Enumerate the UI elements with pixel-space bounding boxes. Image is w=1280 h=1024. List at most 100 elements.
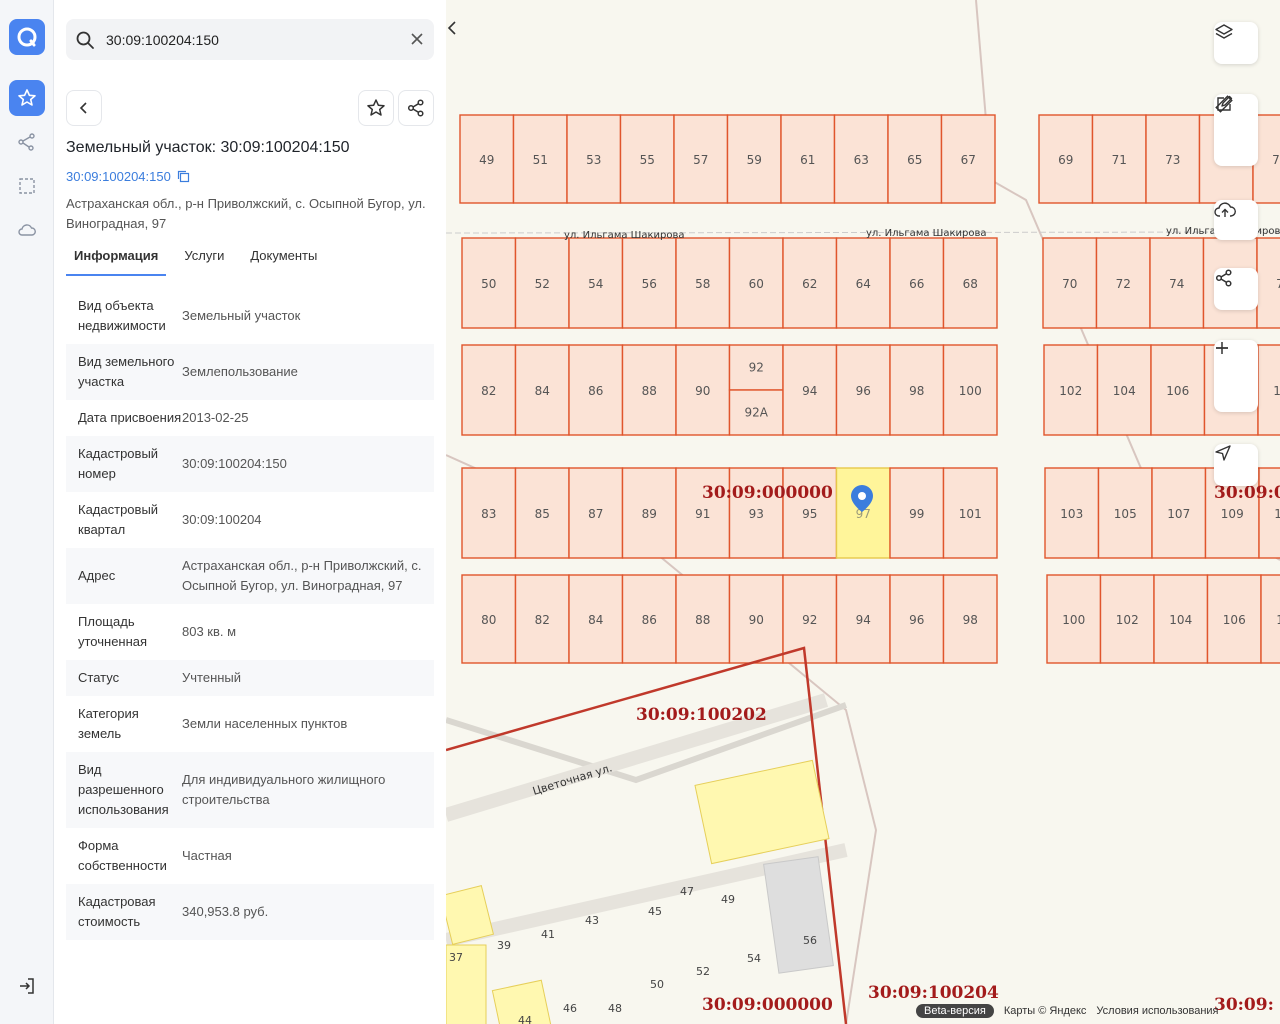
- building-plot: [446, 885, 495, 945]
- zoom-control: [1214, 340, 1258, 412]
- parcel-number: 52: [535, 277, 550, 291]
- parcel-number: 66: [909, 277, 924, 291]
- location-pin-dot: [858, 492, 866, 500]
- info-label: Дата присвоения: [78, 410, 182, 425]
- cadastral-number-text[interactable]: 30:09:100204:150: [66, 169, 171, 184]
- parcel-number: 86: [588, 384, 603, 398]
- info-value: Для индивидуального жилищного строительс…: [182, 772, 386, 807]
- quarter-label: 30:09:000000: [702, 995, 833, 1015]
- parcel-number: 90: [749, 613, 764, 627]
- map-canvas[interactable]: 4951535557596163656769717375775052545658…: [446, 0, 1280, 1024]
- parcel-number: 90: [695, 384, 710, 398]
- parcel-number: 63: [854, 153, 869, 167]
- object-address: Астраханская обл., р-н Приволжский, с. О…: [66, 196, 426, 231]
- geolocation-control[interactable]: [1214, 444, 1258, 486]
- select-area-rail-icon[interactable]: [9, 168, 45, 204]
- parcel-number: 93: [749, 507, 764, 521]
- parcel-number: 74: [1169, 277, 1184, 291]
- parcel-number: 108: [1276, 613, 1280, 627]
- parcel-number: 94: [856, 613, 871, 627]
- beta-badge: Beta-версия: [916, 1004, 994, 1018]
- edit-icon[interactable]: [1214, 95, 1258, 166]
- parcel-number: 102: [1059, 384, 1082, 398]
- map-share-control[interactable]: [1214, 268, 1258, 310]
- parcel-number: 88: [695, 613, 710, 627]
- location-arrow-icon[interactable]: [1214, 444, 1258, 486]
- layers-control[interactable]: [1214, 22, 1258, 64]
- upload-control[interactable]: [1214, 200, 1258, 240]
- info-value: Земельный участок: [182, 308, 301, 323]
- cadastral-number-link[interactable]: 30:09:100204:150: [66, 169, 190, 184]
- info-value: 803 кв. м: [182, 624, 237, 639]
- parcel-number: 86: [642, 613, 657, 627]
- house-number: 54: [747, 952, 761, 965]
- route-rail-icon[interactable]: [9, 124, 45, 160]
- house-number: 50: [650, 978, 664, 991]
- parcel-number: 105: [1114, 507, 1137, 521]
- parcel-number: 85: [535, 507, 550, 521]
- parcel-number: 73: [1165, 153, 1180, 167]
- tab-info[interactable]: Информация: [66, 240, 167, 276]
- info-value: Земли населенных пунктов: [182, 716, 348, 731]
- street-label: ул. Ильгама Шакирова: [564, 230, 685, 241]
- info-label: Адрес: [78, 568, 116, 583]
- parcel-number: 92: [802, 613, 817, 627]
- copyright-text[interactable]: Карты © Яндекс: [1004, 1005, 1087, 1017]
- quarter-label: 30:09:0: [1214, 483, 1280, 503]
- share-icon: [407, 99, 424, 117]
- house-number: 45: [648, 905, 662, 918]
- copy-icon[interactable]: [177, 170, 190, 183]
- layers-icon[interactable]: [1214, 22, 1258, 64]
- parcel-number: 94: [802, 384, 817, 398]
- parcel-number: 95: [802, 507, 817, 521]
- parcel-number: 84: [588, 613, 603, 627]
- parcel-number: 64: [856, 277, 871, 291]
- info-value: Учтенный: [182, 670, 242, 685]
- parcel-number: 110: [1273, 384, 1280, 398]
- parcel-number: 96: [856, 384, 871, 398]
- tab-documents[interactable]: Документы: [242, 240, 325, 276]
- app-logo-icon[interactable]: [9, 19, 45, 55]
- info-label: Категория земель: [78, 706, 139, 741]
- details-panel: Земельный участок: 30:09:100204:150 30:0…: [54, 0, 446, 1024]
- parcel-number: 55: [640, 153, 655, 167]
- cloud-rail-icon[interactable]: [9, 212, 45, 248]
- street-label: ул. Ильгама Шакирова: [866, 228, 987, 239]
- info-table: Вид объекта недвижимости Земельный участо…: [66, 288, 434, 940]
- parcel-number: 100: [1062, 613, 1085, 627]
- house-number: 37: [449, 951, 463, 964]
- logout-rail-icon[interactable]: [9, 968, 45, 1004]
- parcel-number: 80: [481, 613, 496, 627]
- parcel-number: 72: [1116, 277, 1131, 291]
- info-row: Кадастровая стоимость 340,953.8 руб.: [66, 884, 434, 940]
- cloud-upload-icon[interactable]: [1214, 200, 1258, 240]
- zoom-out-icon[interactable]: [1214, 347, 1258, 412]
- building: [763, 856, 834, 974]
- quarter-label: 30:09:100204: [868, 983, 999, 1003]
- info-row: Вид земельного участка Землепользование: [66, 344, 434, 400]
- star-icon: [367, 99, 385, 116]
- parcel-number: 65: [907, 153, 922, 167]
- info-value: 340,953.8 руб.: [182, 904, 269, 919]
- info-row: Площадь уточненная 803 кв. м: [66, 604, 434, 660]
- info-value: 30:09:100204: [182, 512, 262, 527]
- close-icon[interactable]: [410, 32, 424, 46]
- parcel-number: 50: [481, 277, 496, 291]
- map-view[interactable]: 4951535557596163656769717375775052545658…: [446, 0, 1280, 1024]
- left-rail: [0, 0, 54, 1024]
- parcel-number: 49: [479, 153, 494, 167]
- terms-link[interactable]: Условия использования: [1096, 1005, 1218, 1017]
- share-icon[interactable]: [1214, 268, 1258, 310]
- house-number: 44: [518, 1014, 532, 1024]
- measure-control: [1214, 94, 1258, 166]
- back-button[interactable]: [66, 90, 102, 126]
- favorite-button[interactable]: [358, 90, 394, 126]
- tab-services[interactable]: Услуги: [176, 240, 232, 276]
- share-button[interactable]: [398, 90, 434, 126]
- search-input[interactable]: [106, 29, 396, 51]
- favorites-rail-icon[interactable]: [9, 80, 45, 116]
- info-value: Астраханская обл., р-н Приволжский, с. О…: [182, 558, 422, 593]
- quarter-label: 30:09:000000: [702, 483, 833, 503]
- collapse-panel-button[interactable]: [446, 20, 470, 52]
- parcel-number: 82: [481, 384, 496, 398]
